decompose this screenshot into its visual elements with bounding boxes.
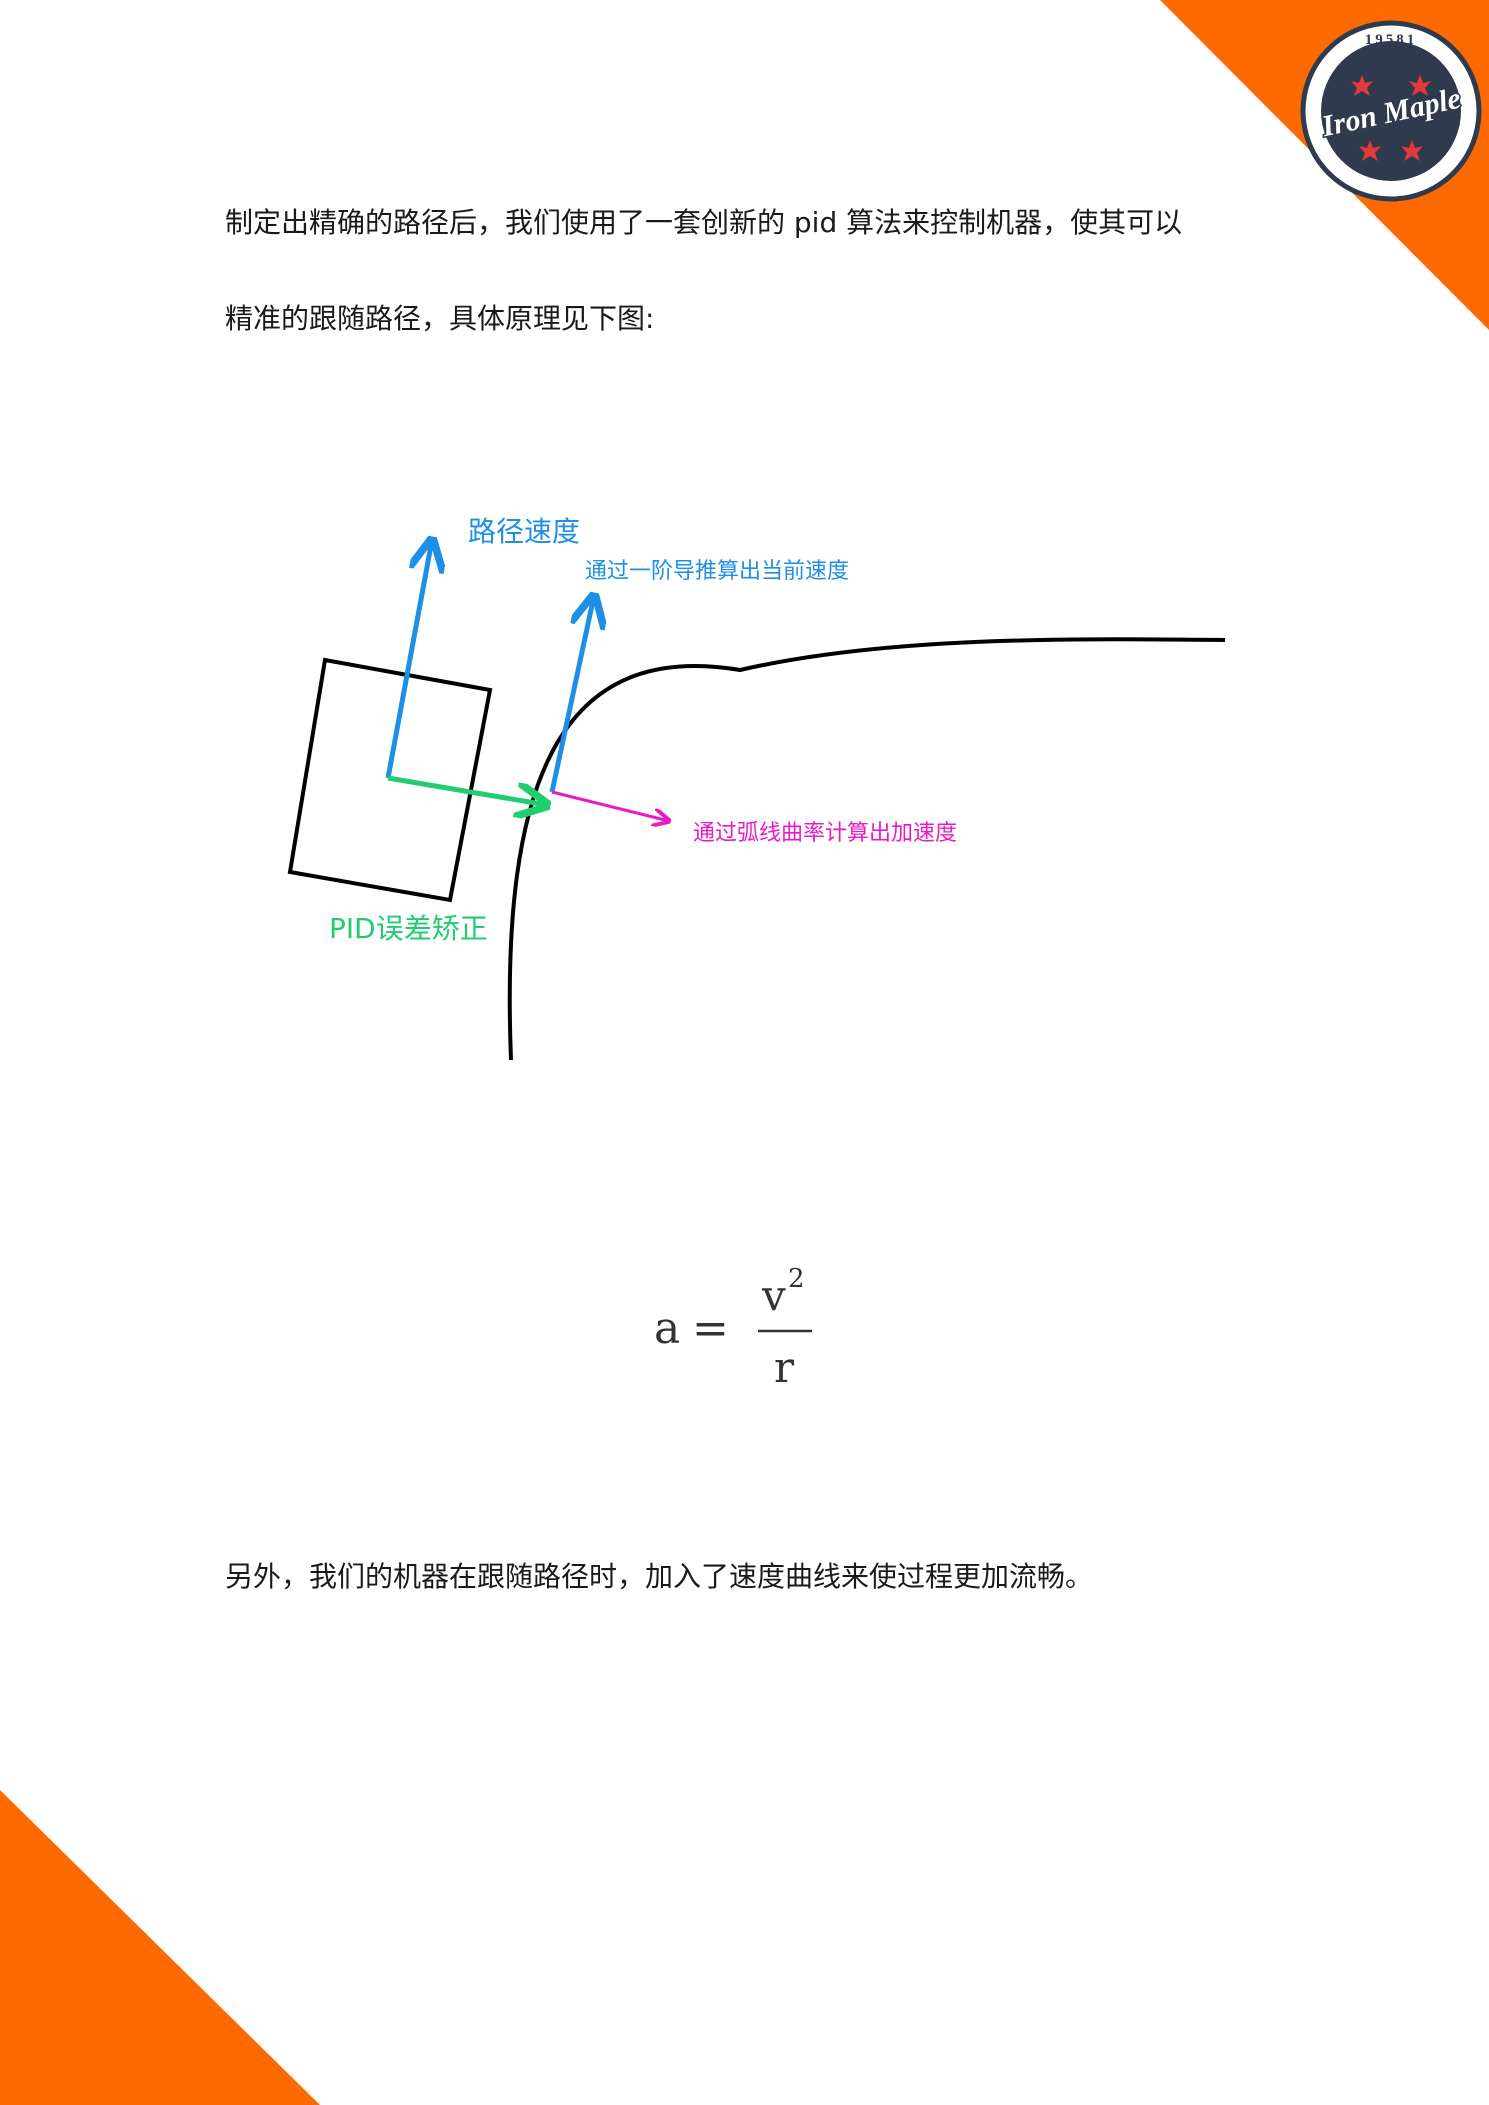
label-curvature-acceleration: 通过弧线曲率计算出加速度 bbox=[693, 821, 957, 846]
team-logo: 19581 Iron Maple bbox=[1300, 20, 1482, 202]
label-pid-correction: PID误差矫正 bbox=[329, 912, 488, 945]
paragraph-velocity-curve: 另外，我们的机器在跟随路径时，加入了速度曲线来使过程更加流畅。 bbox=[225, 1560, 1094, 1593]
formula-equals: = bbox=[692, 1303, 729, 1354]
paragraph-intro-continued: 精准的跟随路径，具体原理见下图: bbox=[225, 302, 655, 335]
label-path-velocity: 路径速度 bbox=[468, 515, 580, 548]
centripetal-formula: a = v 2 r bbox=[654, 1264, 812, 1392]
acceleration-arrow bbox=[551, 790, 669, 821]
paragraph-intro: 制定出精确的路径后，我们使用了一套创新的 pid 算法来控制机器，使其可以 bbox=[225, 206, 1183, 239]
formula-denominator: r bbox=[774, 1343, 795, 1392]
formula-exponent: 2 bbox=[788, 1264, 805, 1294]
label-derivative-velocity: 通过一阶导推算出当前速度 bbox=[585, 559, 849, 584]
path-curve bbox=[507, 637, 1226, 1061]
path-following-diagram: 路径速度 通过一阶导推算出当前速度 通过弧线曲率计算出加速度 PID误差矫正 bbox=[287, 515, 1226, 1061]
logo-team-number: 19581 bbox=[1365, 32, 1418, 48]
formula-lhs: a bbox=[654, 1303, 680, 1354]
formula-numerator: v bbox=[761, 1271, 786, 1320]
path-velocity-arrow bbox=[385, 540, 432, 779]
current-velocity-arrow bbox=[549, 596, 594, 793]
corner-triangle-bottom-left bbox=[0, 1790, 320, 2105]
